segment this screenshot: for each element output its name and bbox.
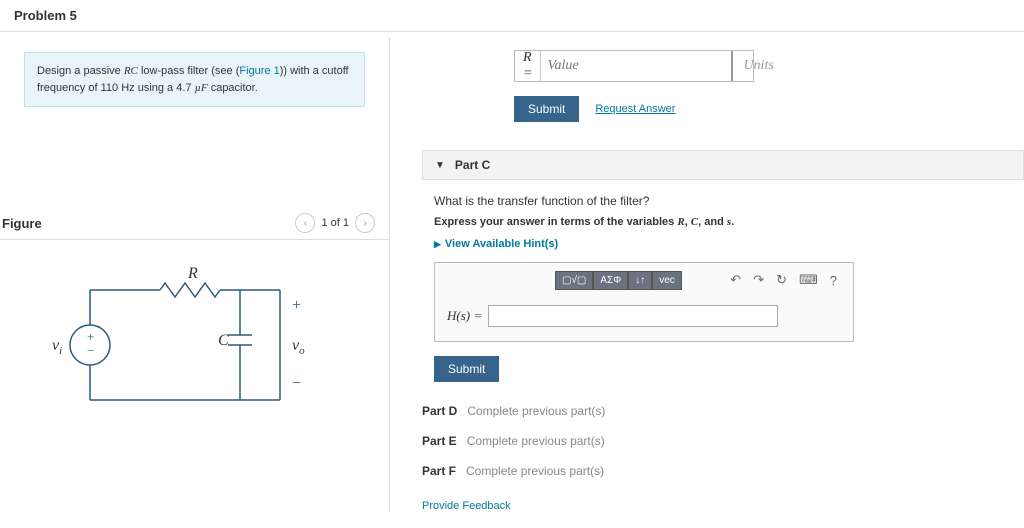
left-panel: Design a passive RC low-pass filter (see… xyxy=(0,38,390,512)
svg-text:−: − xyxy=(292,375,301,392)
svg-text:vo: vo xyxy=(292,337,305,357)
figure-link[interactable]: Figure 1 xyxy=(239,65,279,77)
part-d-locked: Part DComplete previous part(s) xyxy=(422,396,1024,426)
triangle-right-icon: ▶ xyxy=(434,239,441,250)
circuit-figure: R C + − vi + vo − xyxy=(0,240,389,453)
divider xyxy=(0,31,1024,32)
redo-icon[interactable]: ↷ xyxy=(747,269,770,291)
svg-text:+: + xyxy=(87,329,94,344)
value-input[interactable] xyxy=(541,51,731,81)
right-panel: R = Units Submit Request Answer ▼ Part C… xyxy=(390,38,1024,512)
answer-box: ▢√▢ ΑΣΦ ↓↑ vec ↶ ↷ ↻ ⌨ ? H(s) = xyxy=(434,262,854,342)
part-c-label: Part C xyxy=(455,158,490,172)
keyboard-icon[interactable]: ⌨ xyxy=(793,269,824,291)
transfer-function-input[interactable] xyxy=(488,305,778,327)
reset-icon[interactable]: ↻ xyxy=(770,269,793,291)
label-C: C xyxy=(218,332,229,349)
request-answer-link[interactable]: Request Answer xyxy=(595,103,675,115)
part-f-locked: Part FComplete previous part(s) xyxy=(422,456,1024,486)
help-icon[interactable]: ? xyxy=(824,270,843,291)
provide-feedback-link[interactable]: Provide Feedback xyxy=(422,500,1024,512)
submit-button[interactable]: Submit xyxy=(514,96,579,122)
label-R: R xyxy=(187,265,198,282)
figure-next-button[interactable]: › xyxy=(355,213,375,233)
svg-text:vi: vi xyxy=(52,337,62,357)
hs-label: H(s) = xyxy=(447,308,482,324)
part-c-instruction: Express your answer in terms of the vari… xyxy=(434,216,1012,228)
part-e-locked: Part EComplete previous part(s) xyxy=(422,426,1024,456)
problem-title: Problem 5 xyxy=(0,0,1024,31)
undo-icon[interactable]: ↶ xyxy=(724,269,747,291)
subscript-tool[interactable]: ↓↑ xyxy=(628,271,652,290)
caret-down-icon: ▼ xyxy=(435,160,445,171)
figure-title: Figure xyxy=(2,216,42,231)
part-c-question: What is the transfer function of the fil… xyxy=(434,194,1012,208)
part-c-submit-button[interactable]: Submit xyxy=(434,356,499,382)
vector-tool[interactable]: vec xyxy=(652,271,682,290)
answer-input-row: R = Units xyxy=(514,50,754,82)
problem-prompt: Design a passive RC low-pass filter (see… xyxy=(24,52,365,107)
units-selector[interactable]: Units xyxy=(731,51,787,81)
view-hints-link[interactable]: ▶ View Available Hint(s) xyxy=(434,238,1012,250)
part-c-header[interactable]: ▼ Part C xyxy=(422,150,1024,180)
answer-label: R = xyxy=(515,51,541,81)
template-tool[interactable]: ▢√▢ xyxy=(555,271,593,290)
svg-text:−: − xyxy=(87,343,94,358)
greek-tool[interactable]: ΑΣΦ xyxy=(593,271,628,290)
svg-text:+: + xyxy=(292,297,301,314)
figure-pager: 1 of 1 xyxy=(321,217,349,229)
figure-prev-button[interactable]: ‹ xyxy=(295,213,315,233)
